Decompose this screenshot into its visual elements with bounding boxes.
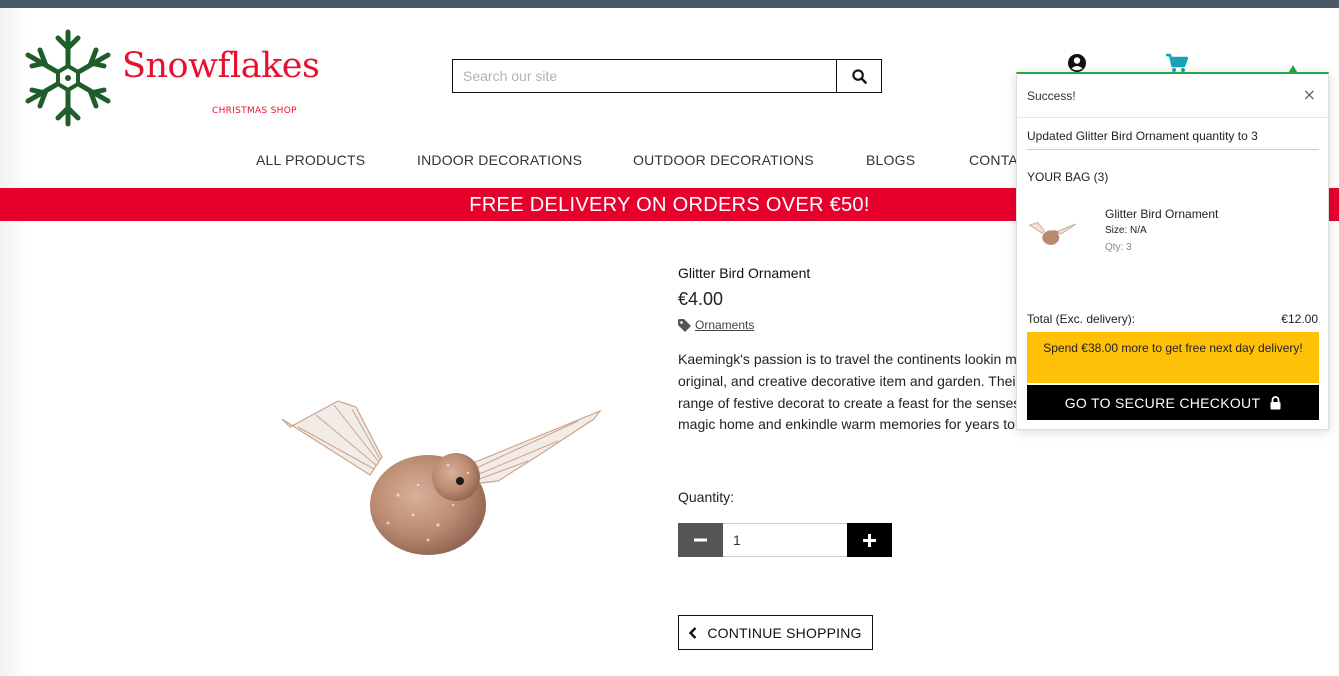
nav-blogs[interactable]: BLOGS [866, 152, 915, 168]
product-category: Ornaments [678, 318, 754, 332]
secure-checkout-button[interactable]: GO TO SECURE CHECKOUT [1027, 385, 1319, 420]
search-icon [851, 68, 867, 84]
bag-item-qty: Qty: 3 [1105, 242, 1132, 253]
toast-header: Success! × [1017, 74, 1328, 118]
success-toast: Success! × Updated Glitter Bird Ornament… [1016, 72, 1329, 430]
free-delivery-notice: Spend €38.00 more to get free next day d… [1027, 332, 1319, 383]
chevron-left-icon [689, 626, 697, 639]
category-link[interactable]: Ornaments [695, 318, 754, 332]
nav-outdoor-decorations[interactable]: OUTDOOR DECORATIONS [633, 152, 814, 168]
brand-name: Snowflakes [122, 46, 320, 86]
search-input[interactable] [453, 60, 836, 92]
plus-icon [863, 533, 876, 547]
bag-title: YOUR BAG (3) [1027, 170, 1109, 184]
checkout-label: GO TO SECURE CHECKOUT [1064, 394, 1261, 411]
nav-all-products[interactable]: ALL PRODUCTS [256, 152, 365, 168]
nav-indoor-decorations[interactable]: INDOOR DECORATIONS [417, 152, 582, 168]
bag-item-image [1029, 222, 1077, 245]
close-icon[interactable]: × [1303, 85, 1316, 104]
search-bar [452, 59, 882, 93]
nav-contact[interactable]: CONTA [969, 152, 1018, 168]
quantity-input[interactable] [723, 523, 847, 557]
increment-button[interactable] [847, 523, 892, 557]
continue-shopping-button[interactable]: CONTINUE SHOPPING [678, 615, 873, 650]
brand-subtitle: CHRISTMAS SHOP [212, 106, 297, 116]
snowflake-logo-icon [25, 29, 111, 127]
cart-icon [1166, 53, 1189, 72]
product-name: Glitter Bird Ornament [678, 265, 811, 281]
decrement-button[interactable] [678, 523, 723, 557]
lock-icon [1270, 395, 1281, 409]
toast-title: Success! [1027, 89, 1076, 103]
product-price: €4.00 [678, 289, 724, 309]
total-value: €12.00 [1281, 312, 1318, 326]
tag-icon [678, 318, 691, 332]
minus-icon [694, 538, 707, 542]
product-image [281, 400, 602, 555]
account-icon [1068, 54, 1086, 72]
continue-shopping-label: CONTINUE SHOPPING [707, 624, 862, 641]
quantity-stepper [678, 523, 892, 557]
toast-message: Updated Glitter Bird Ornament quantity t… [1027, 129, 1319, 150]
search-button[interactable] [836, 60, 881, 92]
bag-item-name: Glitter Bird Ornament [1105, 207, 1219, 221]
total-label: Total (Exc. delivery): [1027, 312, 1136, 326]
site-logo[interactable]: Snowflakes CHRISTMAS SHOP [20, 26, 320, 132]
top-strip [0, 0, 1339, 8]
quantity-label: Quantity: [678, 489, 735, 505]
bag-item-size: Size: N/A [1105, 225, 1147, 236]
